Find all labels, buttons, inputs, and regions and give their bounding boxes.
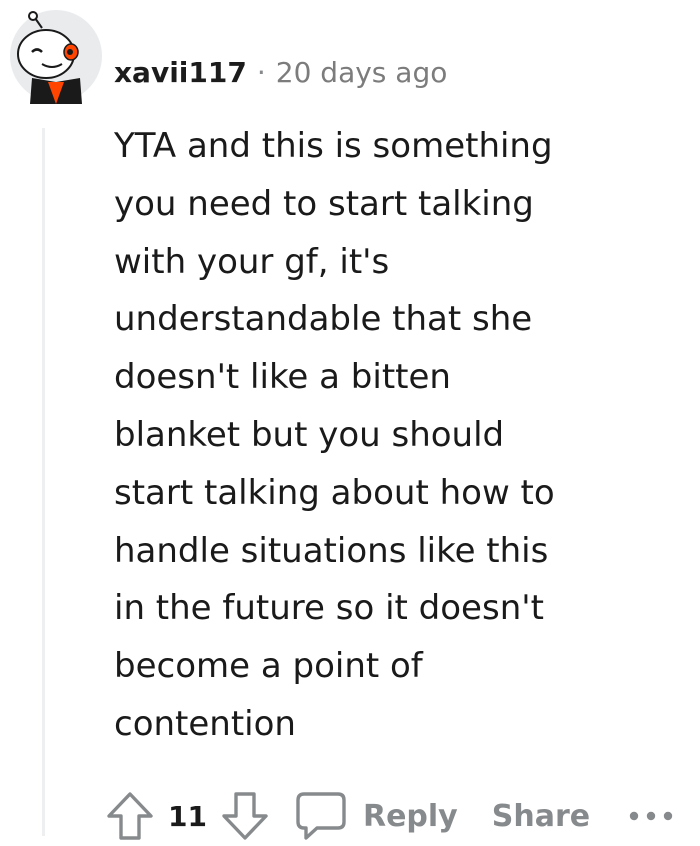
snoo-avatar-icon [10,10,102,104]
comment-body: YTA and this is something you need to st… [114,126,555,744]
timestamp[interactable]: 20 days ago [276,56,448,89]
comment-header: xavii117 · 20 days ago [114,52,447,92]
username[interactable]: xavii117 [114,56,247,89]
thread-line[interactable] [42,128,45,836]
more-options-icon[interactable] [628,810,674,822]
comment-actions: 11 Reply Share [106,786,674,846]
user-avatar[interactable] [8,8,104,104]
reply-button[interactable]: Reply [295,791,458,841]
vote-score: 11 [168,799,207,833]
downvote-arrow-icon[interactable] [221,791,269,841]
share-button[interactable]: Share [492,799,590,834]
comment-bubble-icon [295,791,347,841]
separator-dot: · [256,55,266,89]
comment: xavii117 · 20 days ago YTA and this is s… [0,0,700,842]
upvote-arrow-icon[interactable] [106,791,154,841]
reply-label: Reply [362,798,458,834]
